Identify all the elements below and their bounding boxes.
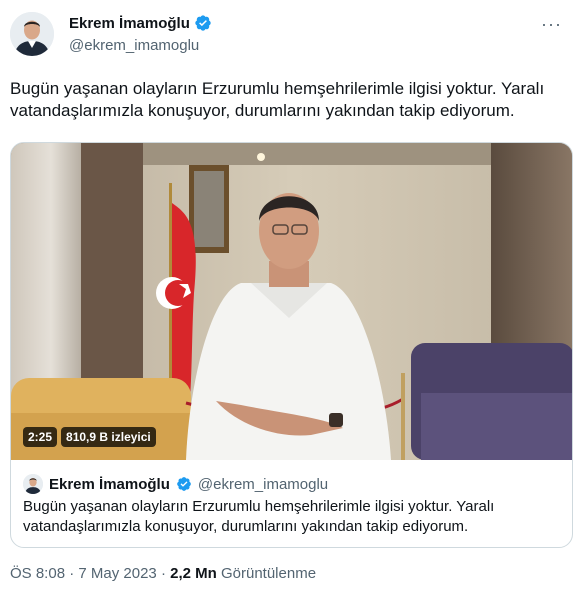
meta-separator-2: · <box>160 565 166 582</box>
quoted-verified-badge-icon <box>177 477 191 491</box>
video-badges: 2:25 810,9 B izleyici <box>23 427 156 447</box>
tweet-text: Bugün yaşanan olayların Erzurumlu hemşeh… <box>10 79 545 120</box>
quoted-tweet-card[interactable]: 2:25 810,9 B izleyici Ekrem İmamoğlu @ek… <box>10 142 573 548</box>
avatar[interactable] <box>10 12 54 56</box>
video-thumbnail <box>11 143 572 460</box>
quoted-avatar <box>23 474 43 494</box>
views-label: Görüntülenme <box>220 565 317 582</box>
tweet-meta: ÖS 8:08 · 7 May 2023 · 2,2 Mn Görüntülen… <box>10 565 316 582</box>
tweet-date[interactable]: 7 May 2023 <box>78 565 156 582</box>
author-name[interactable]: Ekrem İmamoğlu <box>69 14 212 32</box>
verified-badge-icon <box>195 15 211 31</box>
meta-separator: · <box>69 565 75 582</box>
views-count: 2,2 Mn <box>170 565 217 582</box>
video-duration: 2:25 <box>23 427 58 447</box>
quoted-author-handle: @ekrem_imamoglu <box>197 475 329 493</box>
video-player[interactable]: 2:25 810,9 B izleyici <box>11 143 572 460</box>
quoted-tweet-text: Bugün yaşanan olayların Erzurumlu hemşeh… <box>23 498 495 535</box>
author-name-text: Ekrem İmamoğlu <box>69 14 190 32</box>
video-view-count: 810,9 B izleyici <box>61 427 156 447</box>
quoted-author-name: Ekrem İmamoğlu <box>49 475 170 493</box>
author-handle[interactable]: @ekrem_imamoglu <box>69 37 199 54</box>
quoted-tweet-header[interactable]: Ekrem İmamoğlu @ekrem_imamoglu <box>23 474 328 494</box>
more-options-icon[interactable]: ··· <box>541 14 562 35</box>
tweet-time[interactable]: ÖS 8:08 <box>10 565 65 582</box>
